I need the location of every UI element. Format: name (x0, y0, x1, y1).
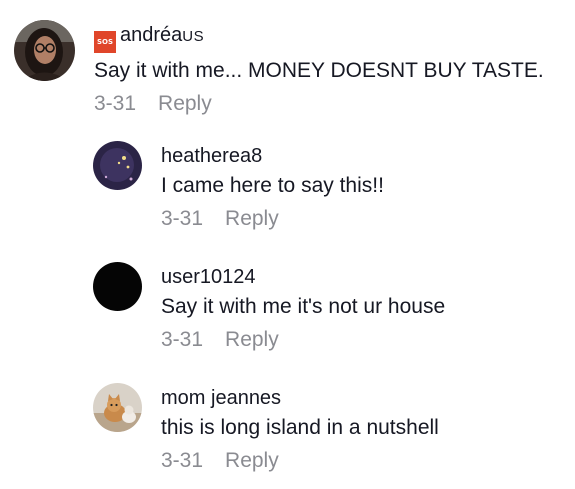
reply-button[interactable]: Reply (225, 448, 279, 474)
comment-date: 3-31 (161, 328, 204, 351)
reply-button[interactable]: Reply (225, 206, 279, 232)
sos-badge-icon: SOS (94, 31, 116, 53)
avatar[interactable] (93, 141, 142, 190)
avatar[interactable] (14, 20, 75, 81)
reply-button[interactable]: Reply (158, 91, 212, 117)
avatar[interactable] (93, 262, 142, 311)
comment-text: Say it with me... MONEY DOESNT BUY TASTE… (94, 59, 544, 82)
comment-body: SOS andréaUS Say it with me... MONEY DOES… (94, 23, 544, 117)
comment-text: I came here to say this!! (161, 174, 384, 197)
comment-date: 3-31 (161, 207, 204, 230)
comment-text: this is long island in a nutshell (161, 416, 439, 439)
comment-body: heatherea8 I came here to say this!! 3-3… (161, 144, 384, 232)
comment-meta: 3-31 Reply (161, 206, 384, 232)
username[interactable]: user10124 (161, 265, 445, 289)
comment-text: Say it with me it's not ur house (161, 295, 446, 318)
username-text: andréa (120, 24, 183, 46)
comment-date: 3-31 (161, 449, 204, 472)
comment-body: mom jeannes this is long island in a nut… (161, 386, 439, 474)
username[interactable]: mom jeannes (161, 386, 439, 410)
avatar[interactable] (93, 383, 142, 432)
username[interactable]: heatherea8 (161, 144, 384, 168)
comment-body: user10124 Say it with me it's not ur hou… (161, 265, 445, 353)
comment-meta: 3-31 Reply (94, 91, 544, 117)
comment-meta: 3-31 Reply (161, 448, 439, 474)
reply-button[interactable]: Reply (225, 327, 279, 353)
username-suffix: US (182, 28, 205, 45)
comment-date: 3-31 (94, 92, 137, 115)
comment-meta: 3-31 Reply (161, 327, 445, 353)
username[interactable]: SOS andréaUS (94, 23, 544, 53)
